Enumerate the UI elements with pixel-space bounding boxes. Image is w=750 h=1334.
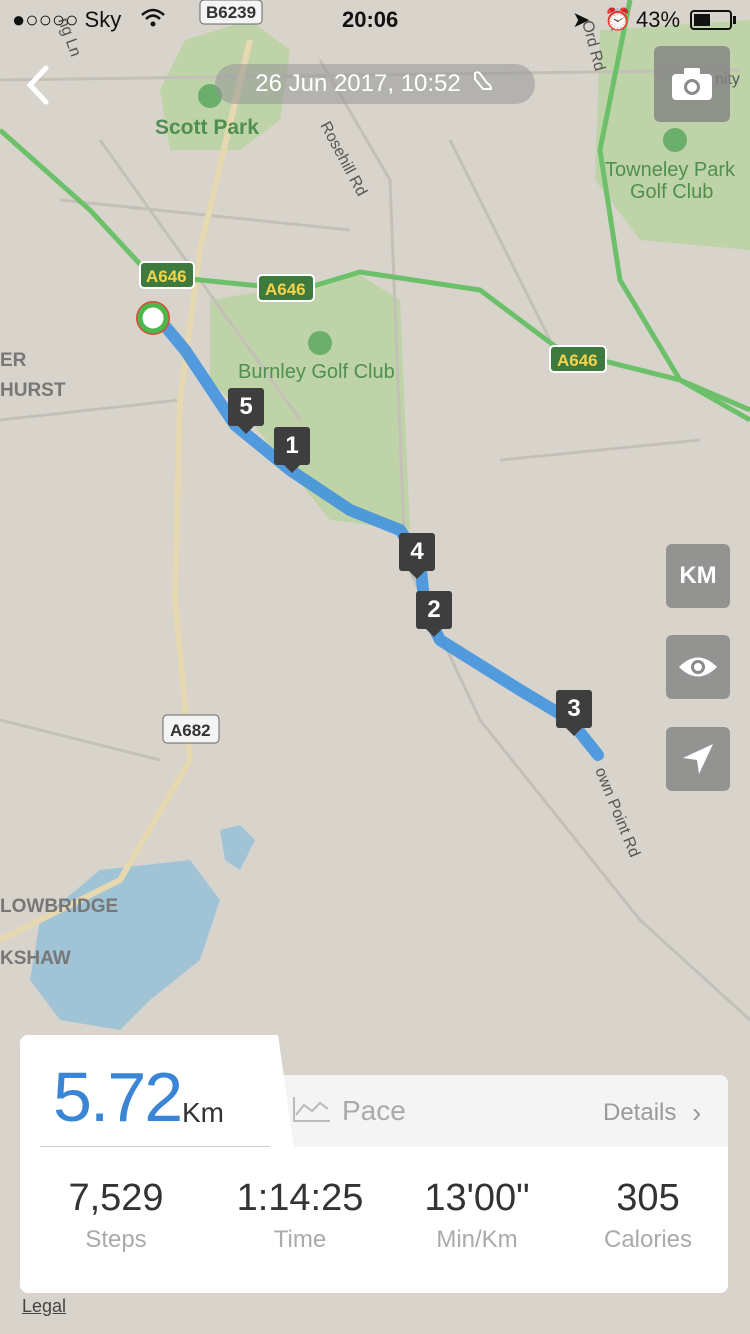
stat-label: Calories: [603, 1226, 693, 1253]
stat-label: Min/Km: [436, 1226, 518, 1253]
label-golf-club: Golf Club: [630, 181, 713, 203]
stat-calories: 305 Calories: [558, 1177, 738, 1254]
activity-date: 26 Jun 2017, 10:52: [255, 70, 461, 97]
navigation-arrow-icon: [683, 744, 713, 774]
shoe-icon: [471, 69, 495, 100]
camera-icon: [672, 68, 712, 100]
km-marker-2[interactable]: 2: [416, 591, 452, 637]
battery-icon: [690, 10, 738, 36]
activity-summary-panel: 5.72 Km Pace Details › 7,529 Steps 1:14:…: [20, 1035, 730, 1293]
label-kshaw: KSHAW: [0, 948, 71, 969]
label-a682: A682: [170, 721, 211, 740]
distance-unit: Km: [182, 1097, 224, 1128]
km-marker-4[interactable]: 4: [399, 533, 435, 579]
label-scott-park: Scott Park: [155, 116, 259, 139]
view-toggle-button[interactable]: [666, 635, 730, 699]
eye-icon: [679, 657, 717, 677]
km-marker-3[interactable]: 3: [556, 690, 592, 736]
chevron-right-icon[interactable]: ›: [692, 1097, 701, 1129]
label-towneley: Towneley Park: [605, 159, 736, 181]
locate-button[interactable]: [666, 727, 730, 791]
label-a646-2: A646: [265, 280, 306, 299]
back-button[interactable]: [16, 60, 66, 110]
label-burnley-golf: Burnley Golf Club: [238, 361, 395, 383]
unit-label: KM: [679, 562, 717, 589]
chart-icon: [292, 1095, 332, 1128]
divider: [40, 1146, 270, 1147]
stat-value: 1:14:25: [236, 1177, 364, 1219]
details-link[interactable]: Details: [603, 1099, 676, 1127]
label-er: ER: [0, 350, 27, 371]
label-lowbridge: LOWBRIDGE: [0, 896, 118, 917]
label-a646-3: A646: [557, 351, 598, 370]
legal-link[interactable]: Legal: [22, 1296, 66, 1317]
stat-value: 305: [616, 1177, 680, 1219]
carrier-label: ●○○○○ Sky: [12, 7, 122, 32]
stat-pace: 13'00" Min/Km: [387, 1177, 567, 1254]
stat-steps: 7,529 Steps: [26, 1177, 206, 1254]
chevron-left-icon: [26, 65, 49, 105]
alarm-icon: ⏰: [604, 7, 632, 32]
stat-value: 7,529: [68, 1177, 164, 1219]
activity-date-pill: 26 Jun 2017, 10:52: [215, 64, 535, 104]
stat-time: 1:14:25 Time: [210, 1177, 390, 1254]
km-marker-5[interactable]: 5: [228, 388, 264, 434]
unit-toggle-button[interactable]: KM: [666, 544, 730, 608]
status-time: 20:06: [342, 7, 399, 32]
wifi-icon: [140, 7, 166, 35]
distance-value: 5.72: [53, 1058, 183, 1136]
pace-tab-label: Pace: [342, 1095, 406, 1126]
location-icon: ➤: [572, 7, 591, 32]
km-marker-1[interactable]: 1: [274, 427, 310, 473]
battery-percent: 43%: [636, 7, 681, 32]
label-hurst: HURST: [0, 380, 66, 401]
stat-label: Time: [273, 1226, 327, 1253]
status-bar: ●○○○○ Sky 20:06 ➤ ⏰ 43%: [0, 0, 750, 40]
stat-value: 13'00": [424, 1177, 530, 1219]
label-a646-1: A646: [146, 267, 187, 286]
camera-button[interactable]: [654, 46, 730, 122]
stat-label: Steps: [85, 1226, 147, 1253]
